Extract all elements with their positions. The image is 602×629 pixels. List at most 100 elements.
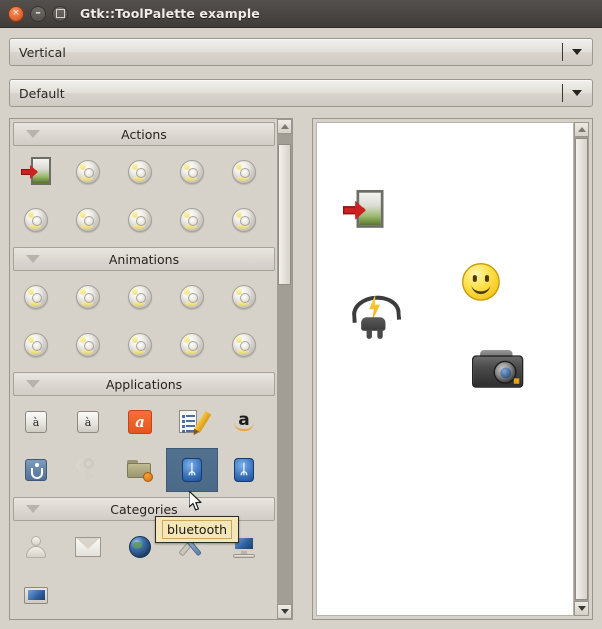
close-icon: × bbox=[12, 8, 20, 18]
palette-item-bluetooth[interactable]: ᛦ bbox=[166, 448, 218, 492]
icon-row: àà a a bbox=[10, 398, 280, 446]
tooltip-text: bluetooth bbox=[162, 520, 233, 539]
palette-item-notes[interactable] bbox=[166, 400, 218, 444]
palette-item-disc[interactable] bbox=[218, 198, 270, 242]
palette-item-keys[interactable] bbox=[62, 448, 114, 492]
palette-item-disc[interactable] bbox=[166, 150, 218, 194]
drop-canvas[interactable] bbox=[316, 122, 574, 616]
tool-palette: Actions Animations Applications à à a a ᛦ ᛦ Categ… bbox=[9, 118, 293, 620]
disc-icon bbox=[76, 160, 100, 184]
palette-item-bluetooth[interactable]: ᛦ bbox=[218, 448, 270, 492]
palette-item-disc[interactable] bbox=[62, 323, 114, 367]
canvas-scroll-down-button[interactable] bbox=[574, 601, 589, 616]
bluetooth-icon: ᛦ bbox=[234, 458, 254, 482]
character-map-icon: à bbox=[77, 411, 99, 433]
palette-item-charmap[interactable]: à bbox=[62, 400, 114, 444]
disc-icon bbox=[24, 333, 48, 357]
minimize-button[interactable]: – bbox=[30, 5, 46, 22]
canvas-exit-icon[interactable] bbox=[343, 190, 384, 228]
disc-icon bbox=[76, 333, 100, 357]
divider bbox=[562, 43, 563, 61]
palette-item-disc[interactable] bbox=[114, 198, 166, 242]
disc-icon bbox=[180, 160, 204, 184]
disc-icon bbox=[232, 160, 256, 184]
canvas-smiley-icon[interactable] bbox=[462, 263, 500, 301]
palette-item-person[interactable] bbox=[10, 525, 62, 569]
palette-item-disc[interactable] bbox=[62, 275, 114, 319]
chevron-down-icon bbox=[572, 49, 582, 55]
palette-item-disc[interactable] bbox=[10, 323, 62, 367]
palette-item-disc[interactable] bbox=[10, 275, 62, 319]
disc-icon bbox=[232, 208, 256, 232]
group-header-animations[interactable]: Animations bbox=[13, 247, 275, 271]
palette-item-charmap[interactable]: à bbox=[10, 400, 62, 444]
palette-item-disc[interactable] bbox=[114, 150, 166, 194]
group-header-applications[interactable]: Applications bbox=[13, 372, 275, 396]
camera-icon bbox=[472, 350, 524, 388]
title-bar: × – Gtk::ToolPalette example bbox=[0, 0, 602, 28]
power-plug-icon bbox=[349, 293, 402, 339]
mail-icon bbox=[75, 537, 101, 557]
application-window: × – Gtk::ToolPalette example Vertical De… bbox=[0, 0, 602, 629]
canvas-camera-icon[interactable] bbox=[472, 350, 524, 388]
palette-item-exit[interactable] bbox=[10, 150, 62, 194]
palette-item-disc[interactable] bbox=[218, 150, 270, 194]
icon-row bbox=[10, 148, 280, 196]
chevron-down-icon bbox=[572, 90, 582, 96]
canvas-scrollbar-thumb[interactable] bbox=[575, 138, 588, 600]
tooltip: bluetooth bbox=[155, 516, 240, 543]
exit-icon bbox=[343, 190, 384, 231]
folder-sync-icon bbox=[127, 459, 153, 482]
palette-item-disc[interactable] bbox=[166, 198, 218, 242]
group-title: Animations bbox=[108, 251, 180, 267]
palette-item-disc[interactable] bbox=[10, 198, 62, 242]
disc-icon bbox=[180, 333, 204, 357]
maximize-button[interactable] bbox=[52, 5, 68, 22]
notes-editor-icon bbox=[179, 409, 212, 435]
close-button[interactable]: × bbox=[8, 5, 24, 22]
disc-icon bbox=[180, 208, 204, 232]
orientation-dropdown-arrow[interactable] bbox=[562, 39, 592, 65]
palette-scrollbar[interactable] bbox=[277, 119, 292, 619]
palette-item-disc[interactable] bbox=[62, 150, 114, 194]
disc-icon bbox=[24, 208, 48, 232]
orientation-dropdown[interactable]: Vertical bbox=[9, 38, 593, 66]
palette-item-display[interactable] bbox=[10, 573, 62, 617]
palette-item-mail[interactable] bbox=[62, 525, 114, 569]
canvas-scroll-up-button[interactable] bbox=[574, 122, 589, 137]
canvas-plug-icon[interactable] bbox=[349, 293, 402, 339]
disc-icon bbox=[76, 285, 100, 309]
orientation-dropdown-value: Vertical bbox=[19, 44, 66, 60]
orange-app-icon: a bbox=[128, 410, 152, 434]
palette-item-disc[interactable] bbox=[62, 198, 114, 242]
palette-item-disc[interactable] bbox=[114, 323, 166, 367]
palette-item-folder-sync[interactable] bbox=[114, 448, 166, 492]
disc-icon bbox=[128, 333, 152, 357]
palette-item-amazon[interactable]: a bbox=[218, 400, 270, 444]
smiley-icon bbox=[462, 263, 500, 301]
window-title: Gtk::ToolPalette example bbox=[80, 6, 260, 21]
palette-scrollbar-thumb[interactable] bbox=[278, 144, 291, 286]
style-dropdown-arrow[interactable] bbox=[562, 80, 592, 106]
globe-icon bbox=[129, 536, 151, 558]
style-dropdown[interactable]: Default bbox=[9, 79, 593, 107]
maximize-icon bbox=[55, 9, 65, 18]
icon-row bbox=[10, 571, 280, 619]
palette-item-disc[interactable] bbox=[166, 275, 218, 319]
chevron-up-icon bbox=[577, 127, 586, 132]
group-header-actions[interactable]: Actions bbox=[13, 122, 275, 146]
group-title: Applications bbox=[105, 376, 183, 392]
chevron-down-icon bbox=[280, 609, 289, 614]
palette-scroll-up-button[interactable] bbox=[277, 119, 292, 134]
palette-item-disc[interactable] bbox=[166, 323, 218, 367]
palette-item-disc[interactable] bbox=[218, 275, 270, 319]
palette-item-accessibility[interactable] bbox=[10, 448, 62, 492]
palette-item-disc[interactable] bbox=[218, 323, 270, 367]
palette-item-disc[interactable] bbox=[114, 275, 166, 319]
palette-scroll-down-button[interactable] bbox=[277, 604, 292, 619]
canvas-scrollbar[interactable] bbox=[574, 122, 589, 616]
disc-icon bbox=[128, 285, 152, 309]
minimize-icon: – bbox=[35, 6, 41, 19]
accessibility-icon bbox=[25, 459, 47, 481]
palette-item-orange-a[interactable]: a bbox=[114, 400, 166, 444]
